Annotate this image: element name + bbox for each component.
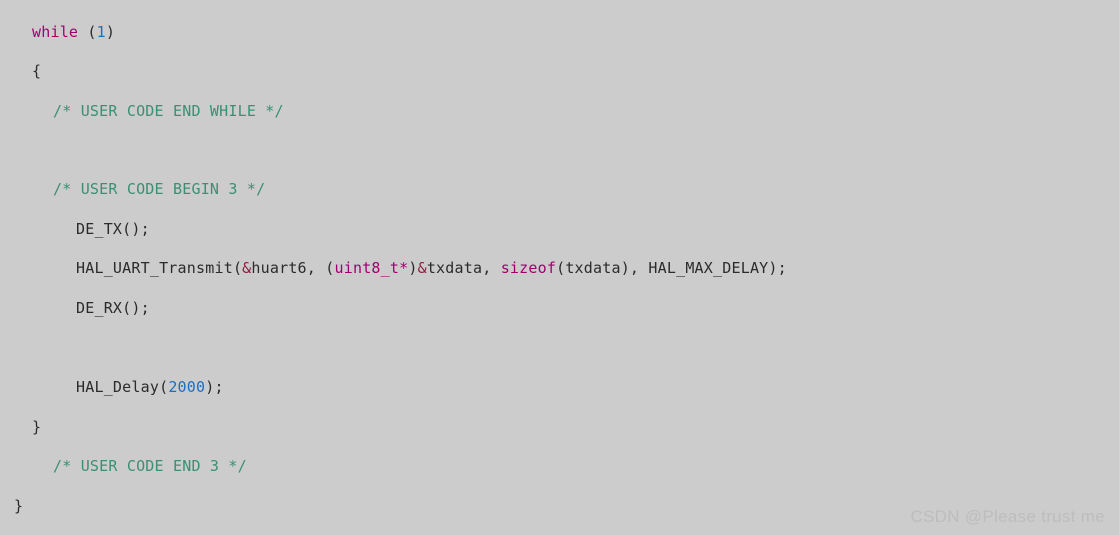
token-operator: &: [417, 259, 427, 277]
line-hal-uart-transmit: HAL_UART_Transmit(&huart6, (uint8_t*)&tx…: [0, 259, 787, 277]
token-punct: (: [232, 259, 243, 277]
token-punct: ();: [122, 299, 150, 317]
token-plain: HAL_UART_Transmit: [76, 259, 233, 277]
token-punct: ): [105, 23, 116, 41]
token-punct: ,: [482, 259, 501, 277]
line-hal-delay: HAL_Delay(2000);: [0, 378, 224, 396]
token-plain: txdata: [565, 259, 621, 277]
line-comment-end-3: /* USER CODE END 3 */: [0, 457, 247, 475]
token-type: uint8_t*: [334, 259, 409, 277]
token-comment: /* USER CODE END 3 */: [53, 457, 247, 475]
token-punct: }: [14, 497, 24, 515]
token-comment: /* USER CODE BEGIN 3 */: [53, 180, 266, 198]
token-punct: );: [205, 378, 224, 396]
token-keyword: while: [32, 23, 79, 41]
token-punct: , (: [306, 259, 335, 277]
csdn-watermark: CSDN @Please trust me: [910, 507, 1105, 526]
token-punct: (: [159, 378, 169, 396]
line-comment-begin-3: /* USER CODE BEGIN 3 */: [0, 180, 265, 198]
token-comment: /* USER CODE END WHILE */: [53, 102, 284, 120]
token-punct: (: [87, 23, 97, 41]
token-plain: HAL_Delay: [76, 378, 160, 396]
line-blank-2: [0, 338, 23, 356]
line-blank-1: [0, 141, 23, 159]
token-plain: txdata: [426, 259, 483, 277]
token-plain: DE_RX: [76, 299, 123, 317]
token-number: 1: [96, 23, 106, 41]
token-punct: {: [32, 62, 42, 80]
token-punct: (: [556, 259, 566, 277]
token-number: 2000: [168, 378, 206, 396]
token-plain: DE_TX: [76, 220, 123, 238]
token-plain: huart6: [251, 259, 307, 277]
line-de-tx: DE_TX();: [0, 220, 150, 238]
token-punct: }: [32, 418, 42, 436]
line-close-brace-outer: }: [0, 497, 23, 515]
line-de-rx: DE_RX();: [0, 299, 150, 317]
line-open-brace: {: [0, 62, 41, 80]
line-comment-end-while: /* USER CODE END WHILE */: [0, 102, 284, 120]
line-close-brace-inner: }: [0, 418, 41, 436]
token-plain: HAL_MAX_DELAY: [648, 259, 769, 277]
token-keyword: sizeof: [500, 259, 557, 277]
line-while: while (1): [0, 23, 115, 41]
token-punct: ),: [620, 259, 649, 277]
code-editor-view[interactable]: while (1) { /* USER CODE END WHILE */ /* U…: [0, 0, 1119, 535]
token-punct: ();: [122, 220, 150, 238]
token-punct: ): [408, 259, 418, 277]
token-punct: );: [768, 259, 787, 277]
